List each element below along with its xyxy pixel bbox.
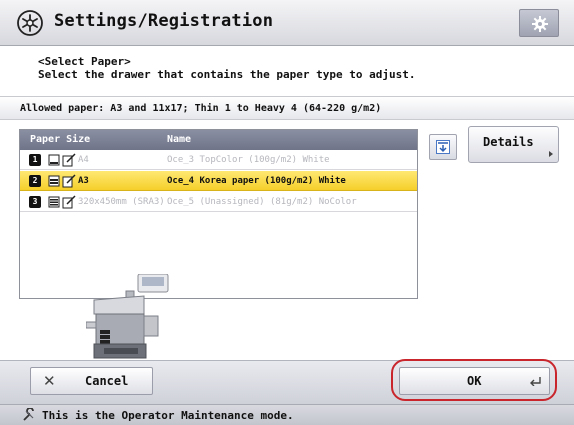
- details-label: Details: [483, 135, 534, 149]
- drawer-icon: [48, 175, 60, 190]
- status-text: This is the Operator Maintenance mode.: [42, 409, 294, 422]
- title-bar: Settings/Registration: [0, 0, 574, 46]
- paper-size: A4: [78, 155, 89, 165]
- ok-label: OK: [467, 374, 482, 388]
- printer-illustration: [85, 273, 172, 364]
- chevron-right-icon: [549, 151, 553, 157]
- cancel-label: Cancel: [85, 374, 129, 388]
- drawer-table: Paper Size Name 1 A4 Oce_3 TopColor (100…: [19, 129, 418, 299]
- edit-icon: [62, 174, 76, 191]
- status-bar: This is the Operator Maintenance mode.: [0, 404, 574, 425]
- page-title: Settings/Registration: [54, 11, 274, 31]
- drawer-number: 3: [29, 196, 41, 208]
- column-paper-size: Paper Size: [30, 134, 91, 145]
- wrench-icon: [22, 407, 36, 425]
- table-header: Paper Size Name: [20, 130, 417, 150]
- instruction-heading: <Select Paper>: [38, 55, 131, 68]
- instruction-text: Select the drawer that contains the pape…: [38, 68, 416, 81]
- paper-name: Oce_5 (Unassigned) (81g/m2) NoColor: [167, 197, 357, 207]
- cancel-button[interactable]: ✕ Cancel: [30, 367, 153, 395]
- drawer-number: 2: [29, 175, 41, 187]
- enter-icon: [529, 375, 541, 389]
- table-row-drawer-3[interactable]: 3 320x450mm (SRA3) Oce_5 (Unassigned) (8…: [20, 192, 417, 212]
- ok-button[interactable]: OK: [399, 367, 550, 395]
- allowed-paper-info: Allowed paper: A3 and 11x17; Thin 1 to H…: [0, 96, 574, 120]
- paper-size: 320x450mm (SRA3): [78, 197, 165, 207]
- table-row-drawer-1[interactable]: 1 A4 Oce_3 TopColor (100g/m2) White: [20, 150, 417, 170]
- close-icon: ✕: [43, 372, 56, 390]
- details-button[interactable]: Details: [468, 126, 559, 163]
- edit-icon: [62, 153, 76, 170]
- paper-name: Oce_3 TopColor (100g/m2) White: [167, 155, 330, 165]
- settings-registration-icon: [16, 9, 44, 37]
- paper-size: A3: [78, 176, 89, 186]
- drawer-icon: [48, 196, 60, 211]
- paper-name: Oce_4 Korea paper (100g/m2) White: [167, 176, 346, 186]
- table-row-drawer-2[interactable]: 2 A3 Oce_4 Korea paper (100g/m2) White: [20, 171, 417, 191]
- drawer-number: 1: [29, 154, 41, 166]
- scroll-down-button[interactable]: [429, 134, 457, 160]
- drawer-icon: [48, 154, 60, 169]
- gear-icon: [532, 16, 548, 32]
- settings-button[interactable]: [519, 9, 559, 37]
- instructions: <Select Paper> Select the drawer that co…: [38, 55, 416, 81]
- scroll-down-icon: [436, 140, 450, 154]
- column-name: Name: [167, 134, 192, 145]
- edit-icon: [62, 195, 76, 212]
